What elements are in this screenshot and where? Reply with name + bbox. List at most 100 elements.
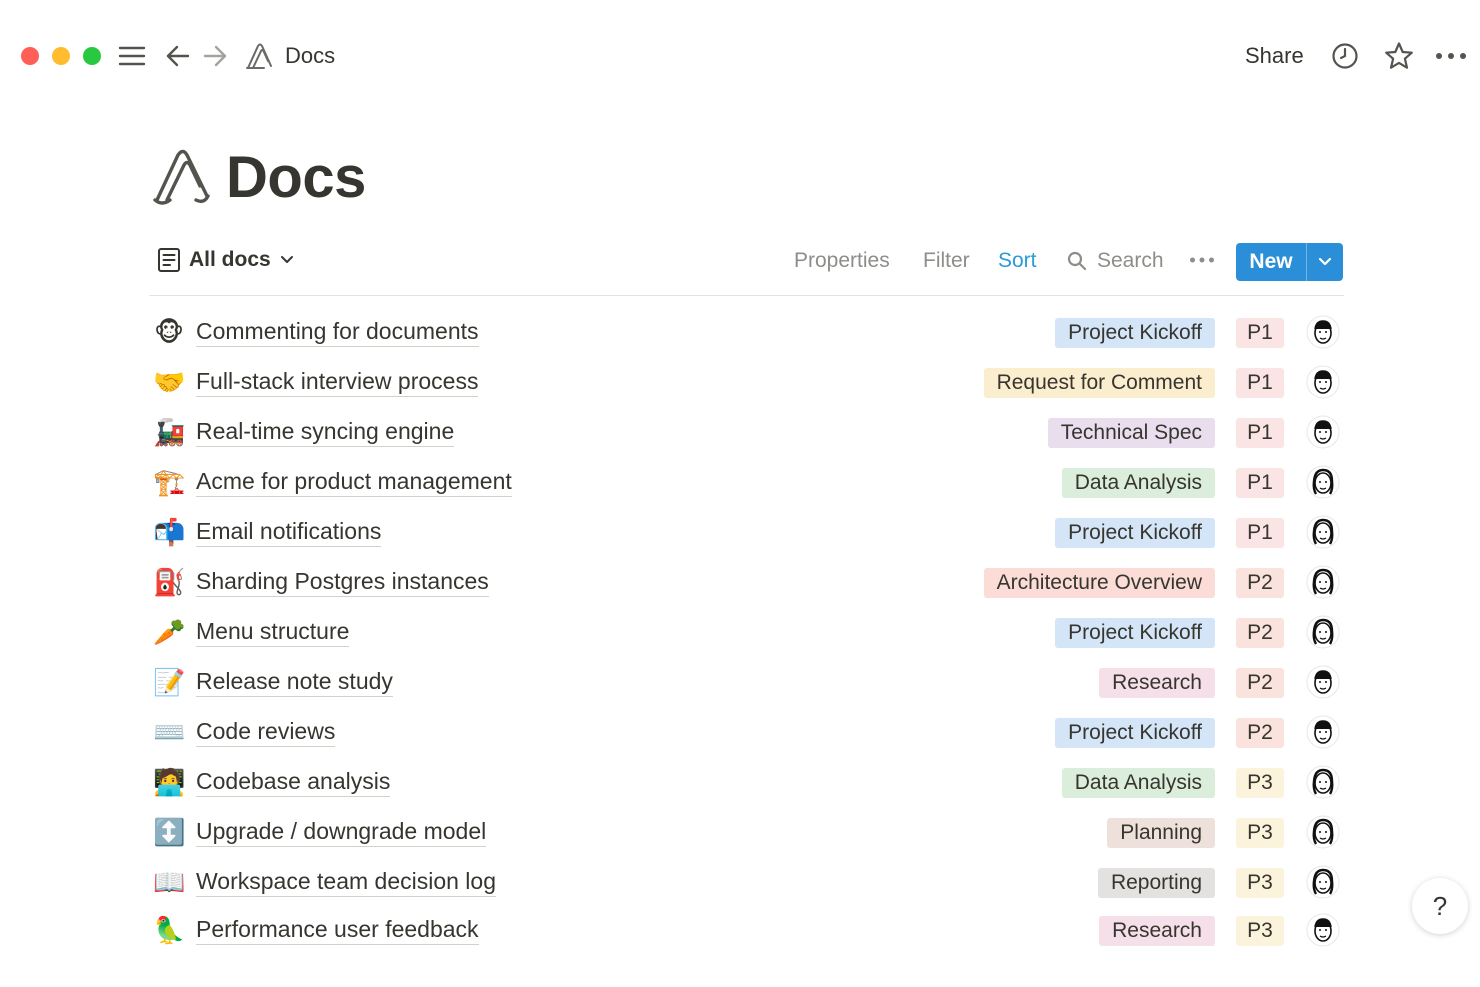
page-emoji-icon: ⌨️ bbox=[153, 717, 186, 747]
doc-title-link[interactable]: Sharding Postgres instances bbox=[196, 568, 489, 597]
paperclip-logo-icon bbox=[243, 40, 275, 72]
priority-badge[interactable]: P2 bbox=[1236, 668, 1284, 698]
priority-badge[interactable]: P3 bbox=[1236, 818, 1284, 848]
category-tag[interactable]: Project Kickoff bbox=[1055, 618, 1215, 648]
avatar[interactable] bbox=[1306, 765, 1340, 799]
search-icon[interactable] bbox=[1066, 250, 1088, 277]
doc-title-link[interactable]: Menu structure bbox=[196, 618, 350, 647]
list-item[interactable]: 🏗️ Acme for product management Data Analys… bbox=[149, 460, 1344, 510]
list-item[interactable]: ↕️ Upgrade / downgrade model Planning P3 bbox=[149, 810, 1344, 860]
avatar[interactable] bbox=[1306, 465, 1340, 499]
view-switcher[interactable]: All docs bbox=[157, 247, 295, 273]
sort-button[interactable]: Sort bbox=[998, 249, 1037, 273]
category-tag[interactable]: Planning bbox=[1107, 818, 1215, 848]
category-tag[interactable]: Request for Comment bbox=[983, 368, 1215, 398]
zoom-window-button[interactable] bbox=[83, 47, 101, 65]
priority-badge[interactable]: P2 bbox=[1236, 718, 1284, 748]
avatar[interactable] bbox=[1306, 815, 1340, 849]
priority-badge[interactable]: P1 bbox=[1236, 518, 1284, 548]
search-button[interactable]: Search bbox=[1097, 249, 1164, 273]
page-title: Docs bbox=[226, 145, 366, 210]
doc-title-link[interactable]: Code reviews bbox=[196, 718, 336, 747]
star-icon[interactable] bbox=[1383, 40, 1415, 72]
new-options-button[interactable] bbox=[1307, 243, 1343, 281]
page-emoji-icon: 📝 bbox=[153, 667, 186, 697]
priority-badge[interactable]: P1 bbox=[1236, 468, 1284, 498]
avatar[interactable] bbox=[1306, 515, 1340, 549]
priority-badge[interactable]: P1 bbox=[1236, 418, 1284, 448]
avatar[interactable] bbox=[1306, 665, 1340, 699]
category-tag[interactable]: Technical Spec bbox=[1047, 418, 1215, 448]
priority-badge[interactable]: P3 bbox=[1236, 768, 1284, 798]
new-button[interactable]: New bbox=[1236, 243, 1307, 281]
page-emoji-icon: 🧑‍💻 bbox=[153, 767, 186, 797]
page-emoji-icon: 🦜 bbox=[153, 915, 186, 945]
doc-title-link[interactable]: Upgrade / downgrade model bbox=[196, 818, 487, 847]
list-item[interactable]: 🐵 Commenting for documents Project Kickoff… bbox=[149, 310, 1344, 360]
category-tag[interactable]: Data Analysis bbox=[1061, 468, 1215, 498]
window-titlebar: Docs Share bbox=[0, 0, 1480, 112]
list-item[interactable]: ⌨️ Code reviews Project Kickoff P2 bbox=[149, 710, 1344, 760]
back-arrow-icon[interactable] bbox=[162, 40, 194, 72]
category-tag[interactable]: Architecture Overview bbox=[983, 568, 1215, 598]
avatar[interactable] bbox=[1306, 415, 1340, 449]
priority-badge[interactable]: P2 bbox=[1236, 618, 1284, 648]
avatar[interactable] bbox=[1306, 913, 1340, 947]
doc-title-link[interactable]: Real-time syncing engine bbox=[196, 418, 455, 447]
priority-badge[interactable]: P3 bbox=[1236, 916, 1284, 946]
list-item[interactable]: 🥕 Menu structure Project Kickoff P2 bbox=[149, 610, 1344, 660]
page-emoji-icon: 🐵 bbox=[153, 317, 185, 347]
avatar[interactable] bbox=[1306, 865, 1340, 899]
breadcrumb[interactable]: Docs bbox=[285, 43, 335, 69]
list-item[interactable]: 🤝 Full-stack interview process Request for… bbox=[149, 360, 1344, 410]
close-window-button[interactable] bbox=[21, 47, 39, 65]
category-tag[interactable]: Project Kickoff bbox=[1055, 318, 1215, 348]
priority-badge[interactable]: P1 bbox=[1236, 318, 1284, 348]
priority-badge[interactable]: P1 bbox=[1236, 368, 1284, 398]
page-emoji-icon: 🥕 bbox=[153, 617, 186, 647]
database-toolbar: All docs Properties Filter Sort Search N… bbox=[149, 241, 1344, 283]
avatar[interactable] bbox=[1306, 565, 1340, 599]
doc-title-link[interactable]: Release note study bbox=[196, 668, 393, 697]
page-emoji-icon: 🤝 bbox=[153, 367, 186, 397]
properties-button[interactable]: Properties bbox=[794, 249, 890, 273]
avatar[interactable] bbox=[1306, 365, 1340, 399]
more-icon[interactable] bbox=[1435, 40, 1467, 72]
doc-title-link[interactable]: Acme for product management bbox=[196, 468, 512, 497]
list-item[interactable]: 🦜 Performance user feedback Research P3 bbox=[149, 908, 1344, 958]
category-tag[interactable]: Reporting bbox=[1097, 868, 1215, 898]
list-item[interactable]: 📬 Email notifications Project Kickoff P1 bbox=[149, 510, 1344, 560]
menu-icon[interactable] bbox=[116, 40, 148, 72]
minimize-window-button[interactable] bbox=[52, 47, 70, 65]
doc-title-link[interactable]: Email notifications bbox=[196, 518, 382, 547]
document-icon bbox=[158, 248, 180, 272]
category-tag[interactable]: Project Kickoff bbox=[1055, 718, 1215, 748]
category-tag[interactable]: Research bbox=[1099, 668, 1215, 698]
doc-title-link[interactable]: Full-stack interview process bbox=[196, 368, 479, 397]
view-more-icon[interactable] bbox=[1189, 251, 1215, 269]
doc-title-link[interactable]: Codebase analysis bbox=[196, 768, 391, 797]
filter-button[interactable]: Filter bbox=[923, 249, 970, 273]
list-item[interactable]: ⛽ Sharding Postgres instances Architecture… bbox=[149, 560, 1344, 610]
list-item[interactable]: 📖 Workspace team decision log Reporting P3 bbox=[149, 860, 1344, 910]
category-tag[interactable]: Project Kickoff bbox=[1055, 518, 1215, 548]
list-item[interactable]: 📝 Release note study Research P2 bbox=[149, 660, 1344, 710]
category-tag[interactable]: Data Analysis bbox=[1061, 768, 1215, 798]
avatar[interactable] bbox=[1306, 615, 1340, 649]
forward-arrow-icon[interactable] bbox=[199, 40, 231, 72]
doc-title-link[interactable]: Commenting for documents bbox=[196, 318, 479, 347]
list-item[interactable]: 🧑‍💻 Codebase analysis Data Analysis P3 bbox=[149, 760, 1344, 810]
category-tag[interactable]: Research bbox=[1099, 916, 1215, 946]
share-button[interactable]: Share bbox=[1245, 43, 1304, 69]
doc-title-link[interactable]: Performance user feedback bbox=[196, 916, 479, 945]
avatar[interactable] bbox=[1306, 315, 1340, 349]
clock-icon[interactable] bbox=[1329, 40, 1361, 72]
avatar[interactable] bbox=[1306, 715, 1340, 749]
doc-title-link[interactable]: Workspace team decision log bbox=[196, 868, 496, 897]
list-item[interactable]: 🚂 Real-time syncing engine Technical Spec P… bbox=[149, 410, 1344, 460]
priority-badge[interactable]: P2 bbox=[1236, 568, 1284, 598]
help-button[interactable]: ? bbox=[1412, 878, 1468, 934]
page-emoji-icon: ⛽ bbox=[153, 567, 186, 597]
page-emoji-icon: 🚂 bbox=[153, 417, 186, 447]
priority-badge[interactable]: P3 bbox=[1236, 868, 1284, 898]
